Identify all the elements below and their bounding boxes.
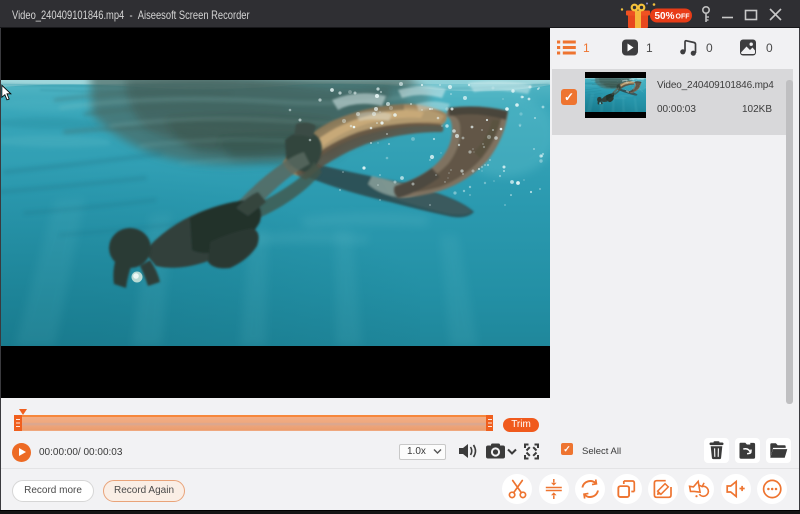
- svg-text:OFF: OFF: [676, 14, 691, 21]
- svg-text:50%: 50%: [655, 11, 675, 22]
- svg-text:1: 1: [646, 41, 653, 55]
- svg-text:0: 0: [706, 41, 713, 55]
- svg-text:0: 0: [766, 41, 773, 55]
- svg-text:1: 1: [583, 41, 590, 55]
